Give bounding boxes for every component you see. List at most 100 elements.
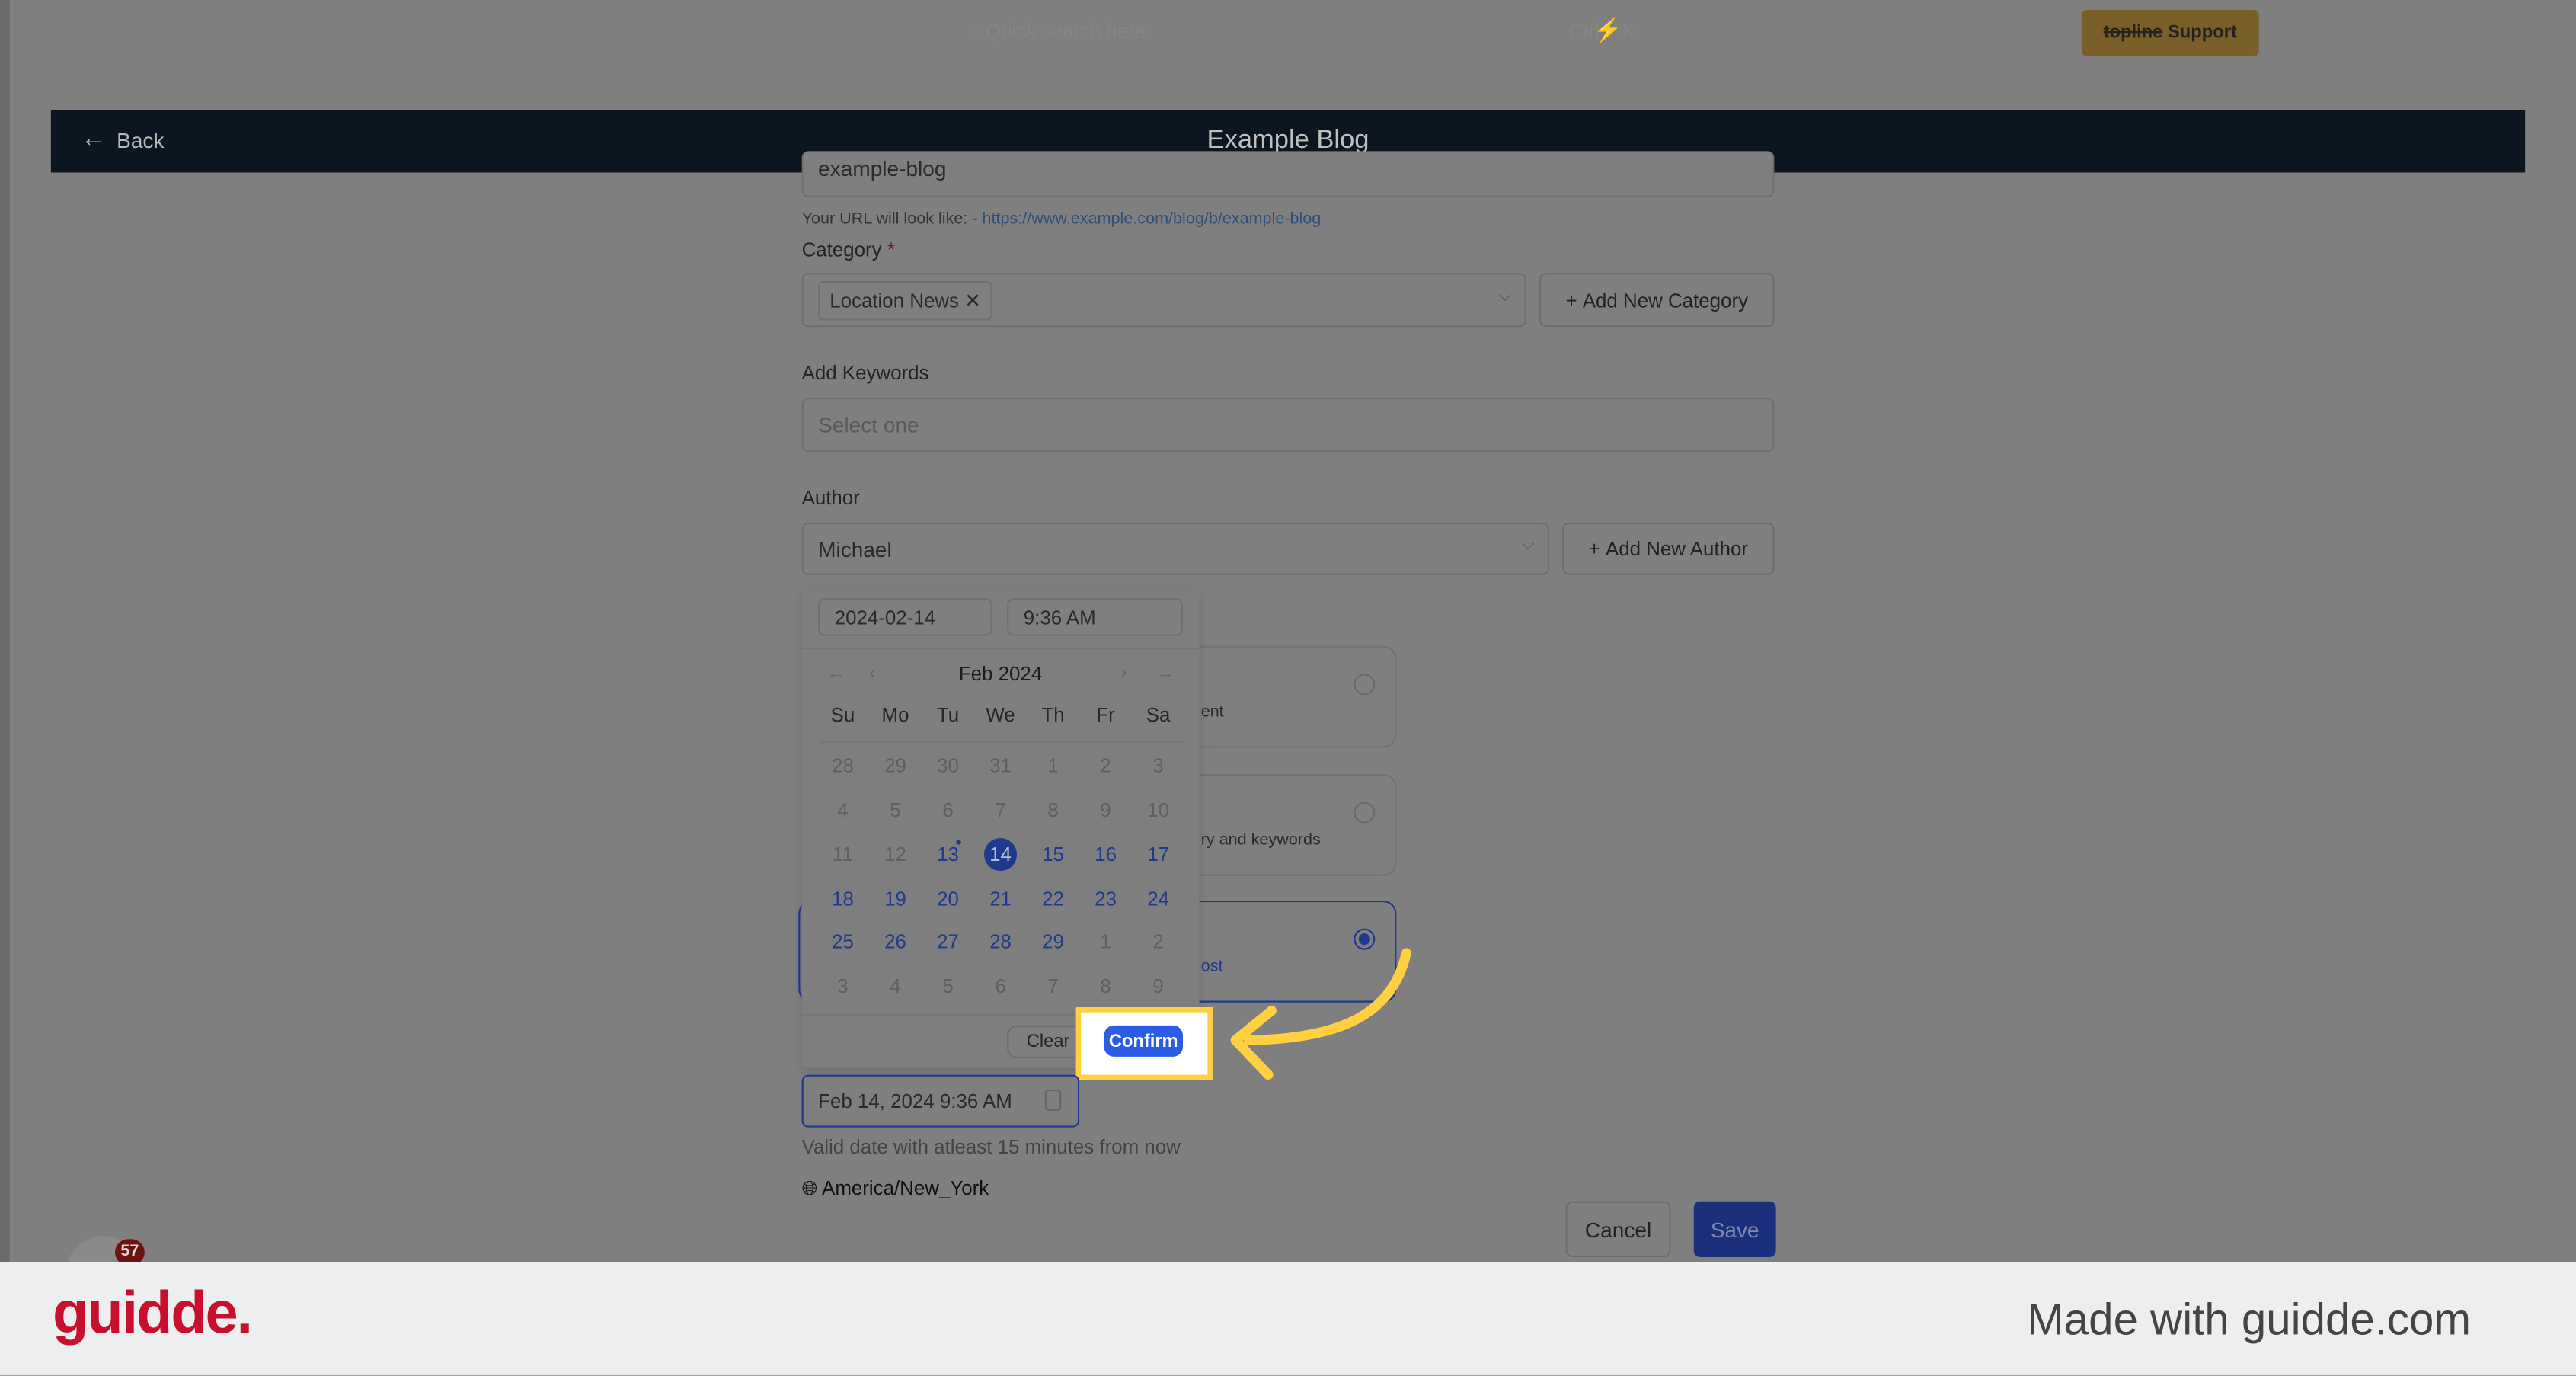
calendar-day[interactable]: 1 [1082,930,1128,953]
left-edge [0,0,10,1262]
schedule-value: Feb 14, 2024 9:36 AM [818,1090,1012,1113]
confirm-button[interactable]: Confirm [1104,1025,1183,1057]
calendar-day[interactable]: 9 [1082,798,1128,821]
next-year-icon[interactable]: → [1155,661,1175,683]
divider [801,647,1200,649]
calendar-day[interactable]: 21 [977,888,1023,910]
calendar-day[interactable]: 27 [925,930,970,953]
cancel-label: Cancel [1584,1217,1652,1242]
calendar-day[interactable]: 10 [1135,798,1181,821]
confirm-label: Confirm [1108,1031,1178,1051]
radio-button[interactable] [1354,802,1376,824]
url-hint-prefix: Your URL will look like: - [801,210,983,229]
support-label: Support [2167,23,2237,43]
url-preview-link[interactable]: https://www.example.com/blog/b/example-b… [983,210,1322,229]
calendar-day[interactable]: 6 [925,798,970,821]
add-category-button[interactable]: + Add New Category [1539,273,1775,328]
close-icon[interactable]: ✕ [964,289,981,312]
calendar-day-selected[interactable]: 14 [983,838,1018,872]
calendar-icon[interactable] [1044,1090,1062,1112]
add-category-label: Add New Category [1582,288,1749,312]
timezone: 🌐︎ America/New_York [802,1176,989,1201]
calendar-day[interactable]: 2 [1082,754,1128,777]
quick-search[interactable]: ⌕ Quick search here [970,20,1146,44]
calendar-day[interactable]: 4 [872,974,918,997]
calendar-day[interactable]: 26 [872,930,918,953]
calendar-day[interactable]: 7 [977,798,1023,821]
calendar-day[interactable]: 3 [820,974,865,997]
url-hint: Your URL will look like: - https://www.e… [802,210,1322,229]
author-select[interactable]: Michael ⌵ [801,522,1549,575]
calendar-day[interactable]: 2 [1135,930,1181,953]
lightning-icon[interactable]: ⚡ [1593,17,1622,45]
calendar-day[interactable]: 24 [1135,888,1181,910]
radio-button[interactable] [1354,674,1376,696]
add-author-label: Add New Author [1605,537,1749,561]
calendar-day[interactable]: 31 [977,754,1023,777]
calendar-day[interactable]: 5 [872,798,918,821]
calendar-day[interactable]: 7 [1030,974,1075,997]
calendar-day[interactable]: 30 [925,754,970,777]
calendar-day[interactable]: 28 [977,930,1023,953]
card-text: ent [1200,703,1224,722]
calendar-day[interactable]: 17 [1135,843,1181,866]
calendar-day[interactable]: 29 [872,754,918,777]
support-button[interactable]: topline Support [2081,9,2259,56]
calendar-day[interactable]: 11 [820,843,865,866]
month-label: Feb 2024 [958,662,1043,686]
calendar-day[interactable]: 22 [1030,888,1075,910]
guidde-logo: guidde. [53,1278,253,1346]
weekday-header: Fr [1096,703,1115,727]
date-picker-popup: 2024-02-14 9:36 AM ← ‹ Feb 2024 › → Su Mo… [801,588,1200,1068]
cancel-button[interactable]: Cancel [1565,1201,1671,1258]
save-button[interactable]: Save [1693,1201,1776,1258]
support-brand: topline [2103,23,2163,43]
next-month-icon[interactable]: › [1120,661,1127,683]
time-input[interactable]: 9:36 AM [1007,598,1183,636]
calendar-day[interactable]: 8 [1082,974,1128,997]
calendar-day[interactable]: 29 [1030,930,1075,953]
calendar-day[interactable]: 19 [872,888,918,910]
calendar-day[interactable]: 23 [1082,888,1128,910]
calendar-day[interactable]: 25 [820,930,865,953]
date-input[interactable]: 2024-02-14 [818,598,992,636]
time-value: 9:36 AM [1023,605,1096,629]
calendar-day[interactable]: 9 [1135,974,1181,997]
category-chip: Location News ✕ [818,280,993,320]
author-value: Michael [818,536,892,562]
calendar-day[interactable]: 6 [977,974,1023,997]
slug-input[interactable]: example-blog [801,151,1775,197]
calendar-day[interactable]: 4 [820,798,865,821]
add-author-button[interactable]: + Add New Author [1562,522,1775,575]
weekday-header: Th [1041,703,1065,727]
calendar-day[interactable]: 3 [1135,754,1181,777]
chip-label: Location News [829,288,960,312]
search-placeholder: Quick search here [986,19,1146,43]
weekday-header: Su [830,703,855,727]
timezone-value: America/New_York [822,1176,989,1200]
chevron-down-icon: ⌵ [1522,536,1535,554]
divider [820,741,1185,743]
calendar-day[interactable]: 1 [1030,754,1075,777]
calendar-day[interactable]: 15 [1030,843,1075,866]
calendar-day[interactable]: 8 [1030,798,1075,821]
chevron-down-icon: ⌵ [1498,287,1512,306]
calendar-day[interactable]: 5 [925,974,970,997]
made-with-text: Made with guidde.com [2027,1294,2471,1345]
calendar-day[interactable]: 20 [925,888,970,910]
save-label: Save [1710,1217,1759,1242]
keywords-input[interactable]: Select one [801,397,1775,453]
category-label-text: Category [801,238,882,261]
schedule-date-input[interactable]: Feb 14, 2024 9:36 AM [801,1074,1080,1128]
calendar-day[interactable]: 18 [820,888,865,910]
weekday-header: Tu [936,703,960,727]
card-text: ry and keywords [1200,831,1321,850]
calendar-day[interactable]: 13 [925,843,970,866]
weekday-header: We [986,703,1015,727]
calendar-day[interactable]: 12 [872,843,918,866]
calendar-day[interactable]: 16 [1082,843,1128,866]
category-select[interactable]: Location News ✕ ⌵ [801,273,1526,328]
calendar-day[interactable]: 28 [820,754,865,777]
slug-value: example-blog [818,155,947,181]
required-mark: * [887,238,895,261]
